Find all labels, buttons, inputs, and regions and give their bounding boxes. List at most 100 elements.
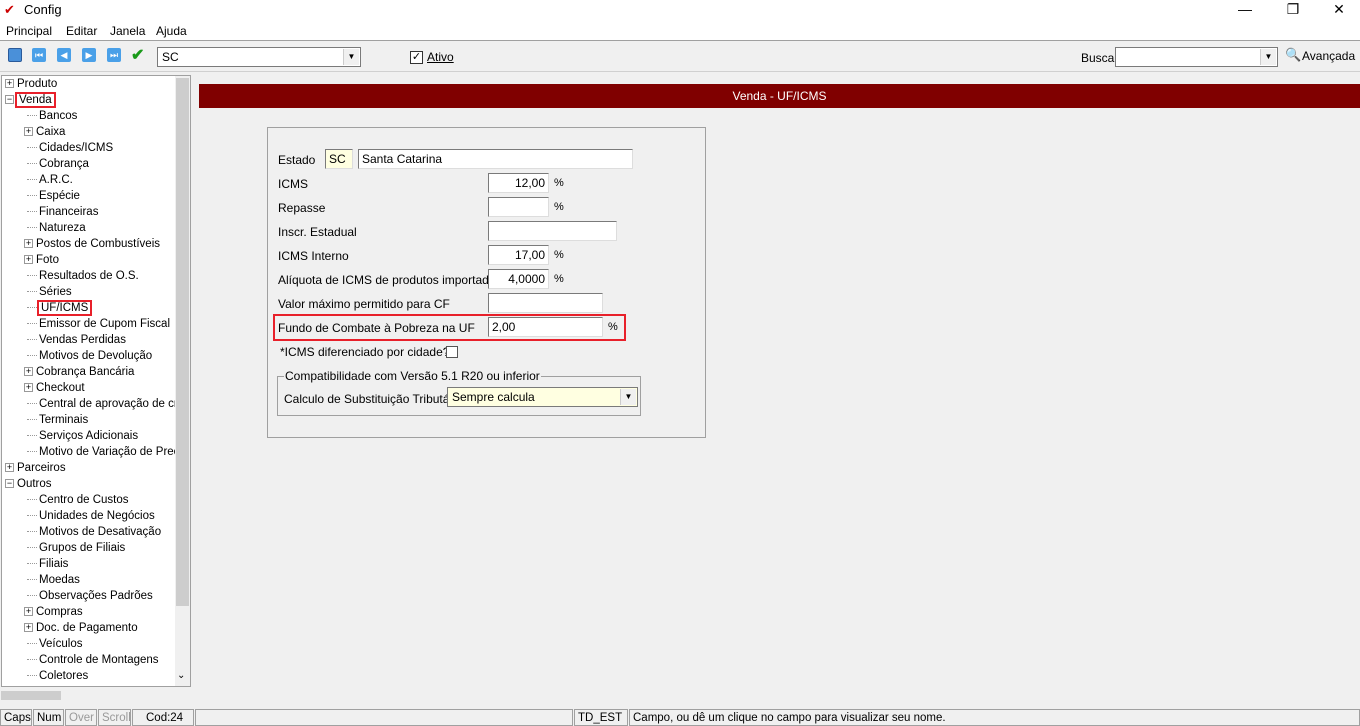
menu-ajuda[interactable]: Ajuda bbox=[156, 24, 187, 38]
collapse-icon[interactable]: − bbox=[5, 479, 14, 488]
collapse-icon[interactable]: − bbox=[5, 95, 14, 104]
tree-hscrollbar[interactable] bbox=[1, 688, 175, 703]
busca-select[interactable]: ▼ bbox=[1115, 47, 1278, 67]
tree-item[interactable]: Grupos de Filiais bbox=[24, 540, 125, 556]
percent-label: % bbox=[554, 177, 564, 189]
chevron-down-icon[interactable]: ▼ bbox=[343, 49, 359, 65]
expand-icon[interactable]: + bbox=[5, 463, 14, 472]
tree-item[interactable]: +Cobrança Bancária bbox=[24, 364, 134, 380]
tree-item[interactable]: UF/ICMS bbox=[24, 300, 90, 316]
tree-item[interactable]: Espécie bbox=[24, 188, 80, 204]
tree-item[interactable]: +Caixa bbox=[24, 124, 65, 140]
tree-item[interactable]: +Postos de Combustíveis bbox=[24, 236, 160, 252]
avancada-button[interactable]: Avançada bbox=[1302, 49, 1355, 63]
tree-item[interactable]: Motivos de Devolução bbox=[24, 348, 152, 364]
record-select[interactable]: SC ▼ bbox=[157, 47, 361, 67]
confirm-check-icon[interactable]: ✔ bbox=[131, 45, 144, 65]
tree-item[interactable]: Filiais bbox=[24, 556, 68, 572]
estado-nome-input[interactable]: Santa Catarina bbox=[358, 149, 633, 169]
expand-icon[interactable]: + bbox=[24, 623, 33, 632]
valor-maximo-input[interactable] bbox=[488, 293, 603, 313]
tree-connector bbox=[27, 659, 37, 660]
tree-connector bbox=[27, 451, 37, 452]
expand-icon[interactable]: + bbox=[24, 127, 33, 136]
tree-item[interactable]: Unidades de Negócios bbox=[24, 508, 155, 524]
tree-item[interactable]: A.R.C. bbox=[24, 172, 73, 188]
ativo-checkbox[interactable]: ✓ bbox=[410, 51, 423, 64]
tree-item[interactable]: +Compras bbox=[24, 604, 83, 620]
tree-item-label: Moedas bbox=[39, 574, 80, 586]
tree-item-label: Foto bbox=[36, 254, 59, 266]
new-record-icon[interactable] bbox=[8, 48, 22, 62]
tree-item[interactable]: +Foto bbox=[24, 252, 59, 268]
tree-connector bbox=[27, 595, 37, 596]
first-record-icon[interactable]: ⏮ bbox=[32, 48, 46, 62]
tree-item[interactable]: Resultados de O.S. bbox=[24, 268, 139, 284]
tree-item[interactable]: Coletores bbox=[24, 668, 88, 684]
hscroll-thumb[interactable] bbox=[1, 691, 61, 700]
aliquota-input[interactable]: 4,0000 bbox=[488, 269, 549, 289]
tree-item[interactable]: +Doc. de Pagamento bbox=[24, 620, 138, 636]
tree-item[interactable]: Emissor de Cupom Fiscal bbox=[24, 316, 170, 332]
search-icon[interactable]: 🔍 bbox=[1285, 47, 1301, 63]
fcp-input[interactable]: 2,00 bbox=[488, 317, 603, 337]
calc-st-select[interactable]: Sempre calcula ▼ bbox=[447, 387, 638, 407]
estado-uf-input[interactable]: SC bbox=[325, 149, 353, 169]
tree-item[interactable]: Motivo de Variação de Preço bbox=[24, 444, 186, 460]
expand-icon[interactable]: + bbox=[24, 255, 33, 264]
menu-principal[interactable]: Principal bbox=[6, 24, 52, 38]
compat-group-label: Compatibilidade com Versão 5.1 R20 ou in… bbox=[284, 369, 541, 383]
next-record-icon[interactable]: ▶ bbox=[82, 48, 96, 62]
minimize-button[interactable]: — bbox=[1222, 0, 1268, 20]
expand-icon[interactable]: + bbox=[24, 383, 33, 392]
expand-icon[interactable]: + bbox=[24, 607, 33, 616]
tree-item[interactable]: Terminais bbox=[24, 412, 88, 428]
chevron-down-icon[interactable]: ▼ bbox=[620, 389, 636, 405]
icms-input[interactable]: 12,00 bbox=[488, 173, 549, 193]
tree-item[interactable]: Séries bbox=[24, 284, 72, 300]
tree-item[interactable]: Moedas bbox=[24, 572, 80, 588]
tree-item-label: Central de aprovação de cré bbox=[39, 398, 184, 410]
repasse-input[interactable] bbox=[488, 197, 549, 217]
icms-interno-input[interactable]: 17,00 bbox=[488, 245, 549, 265]
chevron-down-icon[interactable]: ▼ bbox=[1260, 49, 1276, 65]
tree-item[interactable]: +Checkout bbox=[24, 380, 85, 396]
tree-item[interactable]: Serviços Adicionais bbox=[24, 428, 138, 444]
window-title: Config bbox=[24, 2, 62, 17]
tree-item[interactable]: +Parceiros bbox=[5, 460, 66, 476]
tree-item[interactable]: Cidades/ICMS bbox=[24, 140, 113, 156]
close-button[interactable]: ✕ bbox=[1316, 0, 1360, 20]
tree-item[interactable]: Cobrança bbox=[24, 156, 89, 172]
menu-janela[interactable]: Janela bbox=[110, 24, 145, 38]
menu-editar[interactable]: Editar bbox=[66, 24, 97, 38]
tree-item[interactable]: Financeiras bbox=[24, 204, 98, 220]
tree-item-label: Bancos bbox=[39, 110, 77, 122]
tree-item[interactable]: Controle de Montagens bbox=[24, 652, 159, 668]
tree-item[interactable]: Observações Padrões bbox=[24, 588, 153, 604]
tree-item[interactable]: −Venda bbox=[5, 92, 54, 108]
tree-connector bbox=[27, 531, 37, 532]
tree-item[interactable]: Motivos de Desativação bbox=[24, 524, 161, 540]
tree-item[interactable]: Centro de Custos bbox=[24, 492, 129, 508]
tree-item[interactable]: −Outros bbox=[5, 476, 52, 492]
expand-icon[interactable]: + bbox=[24, 239, 33, 248]
icms-diferenciado-checkbox[interactable] bbox=[446, 346, 458, 358]
tree-item[interactable]: Central de aprovação de cré bbox=[24, 396, 184, 412]
tree-item[interactable]: Natureza bbox=[24, 220, 86, 236]
restore-button[interactable]: ❐ bbox=[1270, 0, 1316, 20]
scroll-down-icon[interactable]: ⌄ bbox=[177, 670, 185, 681]
tree-item[interactable]: +Produto bbox=[5, 76, 57, 92]
icms-interno-label: ICMS Interno bbox=[278, 249, 349, 263]
previous-record-icon[interactable]: ◀ bbox=[57, 48, 71, 62]
status-table: TD_EST bbox=[574, 709, 628, 726]
tree-item-label: Filiais bbox=[39, 558, 68, 570]
tree-item[interactable]: Vendas Perdidas bbox=[24, 332, 126, 348]
inscr-estadual-input[interactable] bbox=[488, 221, 617, 241]
expand-icon[interactable]: + bbox=[24, 367, 33, 376]
scrollbar-thumb[interactable] bbox=[176, 78, 189, 606]
last-record-icon[interactable]: ⏭ bbox=[107, 48, 121, 62]
tree-scrollbar[interactable]: ⌄ bbox=[175, 76, 190, 686]
expand-icon[interactable]: + bbox=[5, 79, 14, 88]
tree-item[interactable]: Veículos bbox=[24, 636, 82, 652]
tree-item[interactable]: Bancos bbox=[24, 108, 77, 124]
